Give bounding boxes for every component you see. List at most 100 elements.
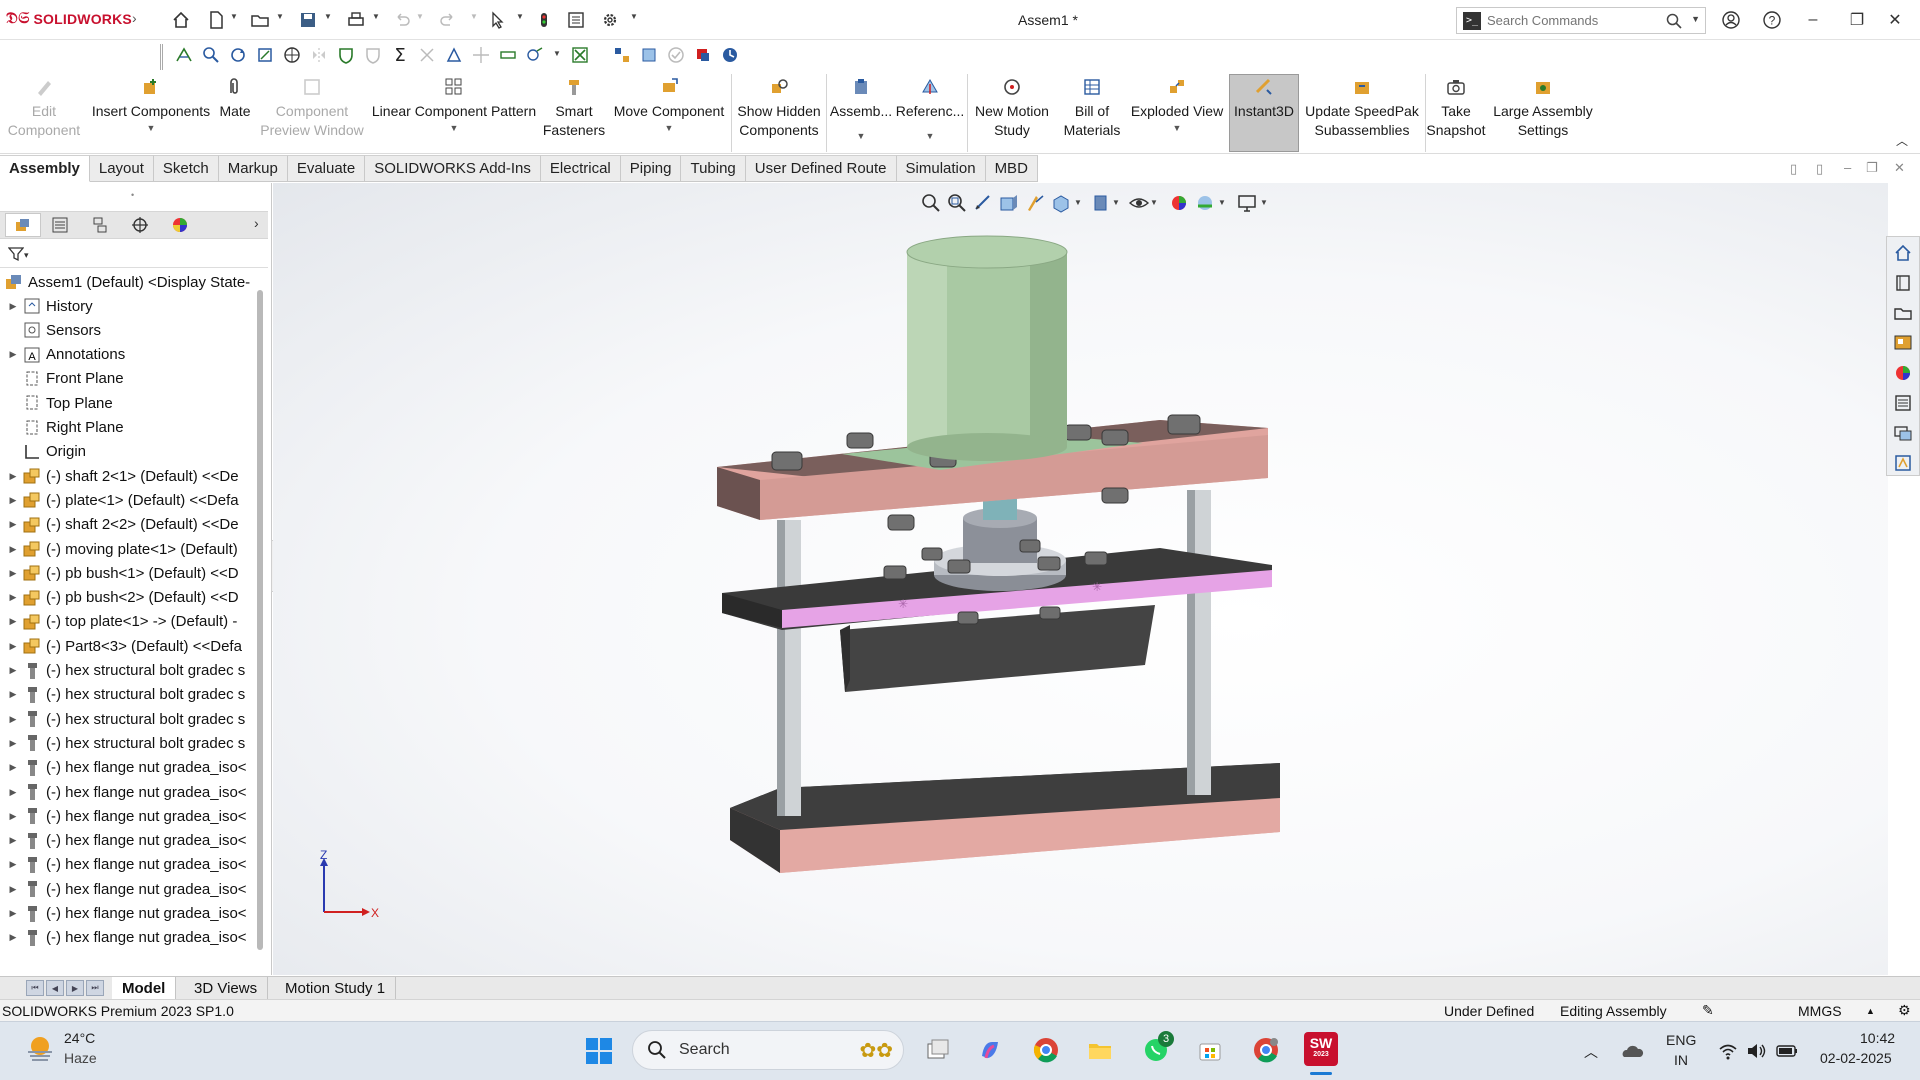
expand-arrow-icon[interactable]: ▶ <box>6 908 20 919</box>
interference-icon[interactable] <box>417 45 437 65</box>
performance-icon[interactable] <box>720 45 740 65</box>
tab-solidworks-add-ins[interactable]: SOLIDWORKS Add-Ins <box>365 155 541 182</box>
chevron-up-icon[interactable]: ▲ <box>1866 1006 1875 1016</box>
tab-layout[interactable]: Layout <box>89 155 154 182</box>
chevron-down-icon[interactable]: ▼ <box>324 12 332 21</box>
tile-left-icon[interactable]: ▯ <box>1790 161 1797 177</box>
tab-model[interactable]: Model <box>112 977 177 999</box>
weather-temperature[interactable]: 24°C <box>64 1030 95 1046</box>
chevron-down-icon[interactable]: ▼ <box>147 119 156 138</box>
rebuild-icon[interactable] <box>532 8 556 32</box>
chevron-down-icon[interactable]: ▼ <box>665 119 674 138</box>
battery-icon[interactable] <box>1776 1044 1798 1058</box>
take-snapshot-button[interactable]: Take Snapshot <box>1426 76 1486 152</box>
tree-item[interactable]: ▶ (-) shaft 2<1> (Default) <<De <box>0 464 260 488</box>
tree-item[interactable]: ▶ (-) hex flange nut gradea_iso< <box>0 804 260 828</box>
tree-item[interactable]: ▶ (-) pb bush<1> (Default) <<D <box>0 561 260 585</box>
update-speedpak-button[interactable]: Update SpeedPak Subassemblies <box>1302 76 1422 152</box>
expand-arrow-icon[interactable]: ▶ <box>6 641 20 652</box>
chevron-right-icon[interactable]: › <box>132 10 137 26</box>
quick-tips-icon[interactable]: ⚙ <box>1898 1002 1911 1019</box>
chevron-down-icon[interactable]: ▼ <box>470 12 478 21</box>
display-manager-tab[interactable] <box>162 213 198 237</box>
view-orientation-icon[interactable] <box>1050 192 1072 214</box>
property-manager-tab[interactable] <box>42 213 78 237</box>
expand-arrow-icon[interactable]: ▶ <box>6 714 20 725</box>
chevron-down-icon[interactable]: ▼ <box>1173 119 1182 138</box>
undo-icon[interactable] <box>390 8 414 32</box>
tab-user-defined-route[interactable]: User Defined Route <box>745 155 897 182</box>
assembly-features-button[interactable]: Assemb... ▼ <box>830 76 892 152</box>
new-motion-study-button[interactable]: New Motion Study <box>970 76 1054 152</box>
tree-item[interactable]: Origin <box>0 440 260 464</box>
chevron-down-icon[interactable]: ▼ <box>516 12 524 21</box>
filter-funnel-icon[interactable] <box>8 246 24 262</box>
section-view-icon[interactable] <box>998 192 1020 214</box>
chrome-icon[interactable] <box>1030 1034 1062 1066</box>
view-palette-icon[interactable] <box>1892 332 1914 354</box>
tree-item[interactable]: ▶ (-) hex flange nut gradea_iso< <box>0 877 260 901</box>
first-tab-icon[interactable]: ⏮ <box>26 980 44 996</box>
check-icon[interactable] <box>666 45 686 65</box>
next-tab-icon[interactable]: ▶ <box>66 980 84 996</box>
hole-wizard-icon[interactable] <box>525 45 545 65</box>
sketch-icon[interactable] <box>255 45 275 65</box>
panel-grip-icon[interactable]: • <box>131 190 134 200</box>
zoom-to-fit-icon[interactable] <box>920 192 942 214</box>
tree-root-assembly[interactable]: Assem1 (Default) <Display State- <box>0 270 260 294</box>
help-icon[interactable]: ? <box>1757 6 1787 34</box>
file-properties-icon[interactable] <box>564 8 588 32</box>
tab-assembly[interactable]: Assembly <box>0 155 90 182</box>
previous-view-icon[interactable] <box>972 192 994 214</box>
input-language[interactable]: ENG <box>1666 1032 1696 1048</box>
search-icon[interactable] <box>1665 12 1683 30</box>
tree-item[interactable]: ▶ (-) hex structural bolt gradec s <box>0 731 260 755</box>
tree-item[interactable]: Top Plane <box>0 391 260 415</box>
save-icon[interactable] <box>296 8 320 32</box>
new-document-icon[interactable] <box>204 8 228 32</box>
chevron-down-icon[interactable]: ▼ <box>1112 198 1120 207</box>
linear-component-pattern-button[interactable]: Linear Component Pattern ▼ <box>370 76 538 152</box>
zoom-to-fit-icon[interactable] <box>201 45 221 65</box>
restore-document-icon[interactable]: ❐ <box>1866 160 1878 176</box>
tab-3d-views[interactable]: 3D Views <box>184 977 269 999</box>
chevron-down-icon[interactable]: ▼ <box>1218 198 1226 207</box>
motor-cylinder[interactable] <box>906 235 1068 461</box>
tree-item[interactable]: ▶ History <box>0 294 260 318</box>
dynamic-annotation-icon[interactable] <box>1024 192 1046 214</box>
pattern-icon[interactable] <box>471 45 491 65</box>
minimize-document-icon[interactable]: – <box>1844 160 1851 175</box>
solidworks-logo[interactable]: 𝔇𝔖 SOLIDWORKS <box>6 10 132 28</box>
section-view-icon[interactable] <box>444 45 464 65</box>
chevron-up-icon[interactable]: ︿ <box>1896 132 1908 149</box>
microsoft-store-icon[interactable] <box>1194 1034 1226 1066</box>
chevron-down-icon[interactable]: ▼ <box>450 119 459 138</box>
expand-arrow-icon[interactable]: ▶ <box>6 762 20 773</box>
clock-date[interactable]: 02-02-2025 <box>1820 1050 1892 1066</box>
file-explorer-icon[interactable] <box>1084 1034 1116 1066</box>
tree-item[interactable]: ▶ (-) hex flange nut gradea_iso< <box>0 780 260 804</box>
expand-arrow-icon[interactable]: ▶ <box>6 811 20 822</box>
file-explorer-icon[interactable] <box>1892 302 1914 324</box>
expand-arrow-icon[interactable]: ▶ <box>6 787 20 798</box>
solidworks-taskbar-icon[interactable]: SW 2023 <box>1304 1032 1338 1066</box>
close-window-icon[interactable]: ✕ <box>1880 6 1910 34</box>
expand-arrow-icon[interactable]: ▶ <box>6 519 20 530</box>
tab-markup[interactable]: Markup <box>218 155 288 182</box>
tree-item[interactable]: Right Plane <box>0 416 260 440</box>
chevron-down-icon[interactable]: ▼ <box>372 12 380 21</box>
chrome-profile-icon[interactable] <box>1250 1034 1282 1066</box>
tree-item[interactable]: ▶ (-) pb bush<2> (Default) <<D <box>0 586 260 610</box>
wifi-icon[interactable] <box>1718 1042 1738 1060</box>
search-commands-box[interactable]: >_ ▼ <box>1456 7 1706 34</box>
copilot-icon[interactable] <box>974 1034 1006 1066</box>
assembly-visualization-icon[interactable] <box>612 45 632 65</box>
tile-right-icon[interactable]: ▯ <box>1816 161 1823 177</box>
custom-properties-icon[interactable] <box>1892 392 1914 414</box>
tab-sketch[interactable]: Sketch <box>153 155 219 182</box>
tab-simulation[interactable]: Simulation <box>896 155 986 182</box>
3d-sketch-icon[interactable] <box>282 45 302 65</box>
expand-arrow-icon[interactable]: ▶ <box>6 495 20 506</box>
tree-item[interactable]: ▶ (-) shaft 2<2> (Default) <<De <box>0 513 260 537</box>
mate-button[interactable]: Mate <box>212 76 258 152</box>
